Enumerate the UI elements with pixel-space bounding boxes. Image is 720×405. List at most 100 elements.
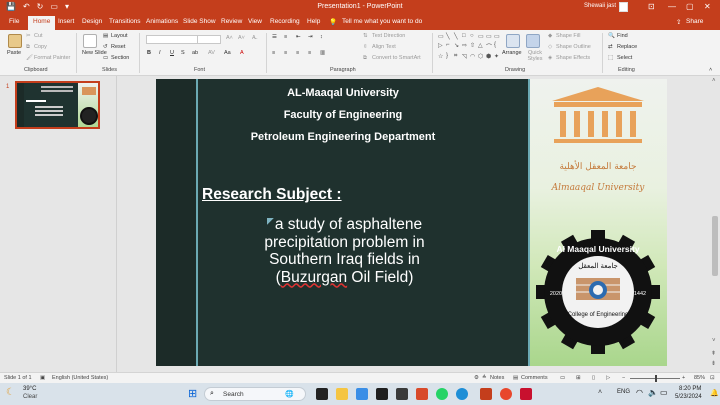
font-color-icon[interactable]: A (240, 50, 244, 56)
decrease-indent-icon[interactable]: ⇤ (296, 34, 301, 40)
align-left-icon[interactable]: ≡ (272, 50, 275, 56)
clear-formatting-icon[interactable]: A̶ (252, 35, 256, 41)
tab-view[interactable]: View (248, 18, 262, 25)
align-center-icon[interactable]: ≡ (284, 50, 287, 56)
shape-outline-button[interactable]: Shape Outline (556, 44, 591, 50)
windows-start-icon[interactable]: ⊞ (188, 387, 197, 400)
paste-button[interactable]: Paste (7, 50, 21, 56)
bullets-icon[interactable]: ☰ (272, 34, 277, 40)
shape-fill-button[interactable]: Shape Fill (556, 33, 580, 39)
font-size-combobox[interactable] (197, 35, 221, 44)
copy-button[interactable]: Copy (34, 44, 47, 50)
store-icon[interactable] (376, 388, 388, 400)
scrollbar-thumb[interactable] (712, 216, 718, 276)
task-view-icon[interactable] (316, 388, 328, 400)
new-slide-icon[interactable] (83, 34, 97, 48)
temperature[interactable]: 39°C (23, 386, 36, 392)
notes-button[interactable]: Notes (490, 375, 504, 381)
research-body-text[interactable]: a study of asphaltene precipitation prob… (242, 216, 447, 286)
reset-button[interactable]: Reset (111, 44, 125, 50)
wifi-icon[interactable]: ◠ (636, 388, 643, 397)
underline-button[interactable]: U (170, 50, 174, 56)
arrange-icon[interactable] (506, 34, 520, 48)
faculty-name[interactable]: Faculty of Engineering (231, 109, 455, 121)
shadow-button[interactable]: ab (192, 50, 198, 56)
align-text-icon[interactable]: ⇳ (363, 44, 368, 50)
avatar[interactable] (619, 2, 628, 12)
cut-icon[interactable]: ✂ (26, 33, 31, 39)
replace-icon[interactable]: ⇄ (608, 44, 613, 50)
comments-icon[interactable]: ▤ (513, 375, 518, 381)
zoom-out-icon[interactable]: − (622, 375, 625, 381)
spelling-check-icon[interactable]: ▣ (40, 375, 45, 381)
powerpoint-taskbar-icon[interactable] (480, 388, 492, 400)
increase-font-icon[interactable]: A˄ (226, 35, 233, 41)
reset-icon[interactable]: ↺ (103, 44, 108, 50)
comments-button[interactable]: Comments (521, 375, 548, 381)
strikethrough-button[interactable]: S (181, 50, 185, 56)
battery-icon[interactable]: ▭ (660, 388, 668, 397)
university-name[interactable]: AL-Maaqal University (231, 87, 455, 99)
maximize-button[interactable]: ▢ (686, 2, 694, 11)
zoom-level[interactable]: 85% (694, 375, 705, 381)
quick-styles-button[interactable]: Quick Styles (522, 50, 548, 62)
align-text-button[interactable]: Align Text (372, 44, 396, 50)
share-button[interactable]: Share (686, 18, 703, 25)
copy-icon[interactable]: ⧉ (26, 44, 30, 51)
notes-icon[interactable]: ≙ (482, 375, 487, 381)
shape-effects-icon[interactable]: ◈ (548, 55, 552, 61)
mail-icon[interactable] (356, 388, 368, 400)
text-direction-icon[interactable]: ⇅ (363, 33, 368, 39)
scroll-up-icon[interactable]: ˄ (712, 78, 716, 84)
tab-help[interactable]: Help (307, 18, 320, 25)
accessibility-icon[interactable]: ⚙ (474, 375, 479, 381)
convert-smartart-button[interactable]: Convert to SmartArt (372, 55, 421, 61)
pdf-reader-icon[interactable] (520, 388, 532, 400)
vertical-scrollbar[interactable]: ˄ ˅ ⇞ ⇟ (710, 76, 720, 372)
paste-icon[interactable] (8, 34, 22, 48)
find-button[interactable]: Find (617, 33, 628, 39)
section-icon[interactable]: ▭ (103, 55, 108, 61)
taskbar-search-box[interactable]: ⌕ Search 🌐 (204, 387, 306, 401)
columns-icon[interactable]: ▥ (320, 50, 325, 56)
whatsapp-icon[interactable] (436, 388, 448, 400)
tab-design[interactable]: Design (82, 18, 102, 25)
speaker-icon[interactable]: 🔈 (648, 388, 658, 397)
chrome-icon[interactable] (500, 388, 512, 400)
tab-animations[interactable]: Animations (146, 18, 178, 25)
decrease-font-icon[interactable]: A˅ (238, 35, 245, 41)
text-direction-button[interactable]: Text Direction (372, 33, 405, 39)
format-painter-button[interactable]: Format Painter (34, 55, 70, 61)
character-spacing-icon[interactable]: AV (208, 50, 215, 56)
cut-button[interactable]: Cut (34, 33, 43, 39)
weather-moon-icon[interactable]: ☾ (6, 387, 15, 398)
close-button[interactable]: ✕ (704, 2, 711, 11)
tab-review[interactable]: Review (221, 18, 242, 25)
shape-fill-icon[interactable]: ◆ (548, 33, 552, 39)
notification-bell-icon[interactable]: 🔔 (710, 389, 719, 397)
justify-icon[interactable]: ≡ (308, 50, 311, 56)
select-button[interactable]: Select (617, 55, 632, 61)
slide-sorter-icon[interactable]: ⊞ (576, 375, 581, 381)
minimize-button[interactable]: — (668, 2, 676, 11)
file-explorer-icon[interactable] (336, 388, 348, 400)
layout-button[interactable]: Layout (111, 33, 128, 39)
user-name[interactable]: Shewaii jast (584, 3, 616, 9)
numbering-icon[interactable]: ≡ (284, 34, 287, 40)
shape-effects-button[interactable]: Shape Effects (556, 55, 590, 61)
reading-view-icon[interactable]: ▯ (592, 375, 595, 381)
section-button[interactable]: Section (111, 55, 129, 61)
show-hidden-icons[interactable]: ˄ (598, 389, 602, 396)
zoom-slider-thumb[interactable] (655, 375, 657, 382)
department-name[interactable]: Petroleum Engineering Department (231, 131, 455, 143)
media-player-icon[interactable] (396, 388, 408, 400)
arrange-button[interactable]: Arrange (502, 50, 522, 56)
zoom-in-icon[interactable]: + (682, 375, 685, 381)
scroll-down-icon[interactable]: ˅ (712, 338, 716, 344)
collapse-ribbon-icon[interactable]: ˄ (709, 67, 712, 73)
slide-thumbnail[interactable] (15, 81, 100, 129)
select-icon[interactable]: ⬚ (608, 55, 613, 61)
language-indicator[interactable]: English (United States) (52, 375, 108, 381)
input-language[interactable]: ENG (617, 389, 630, 395)
shape-outline-icon[interactable]: ◇ (548, 44, 552, 50)
